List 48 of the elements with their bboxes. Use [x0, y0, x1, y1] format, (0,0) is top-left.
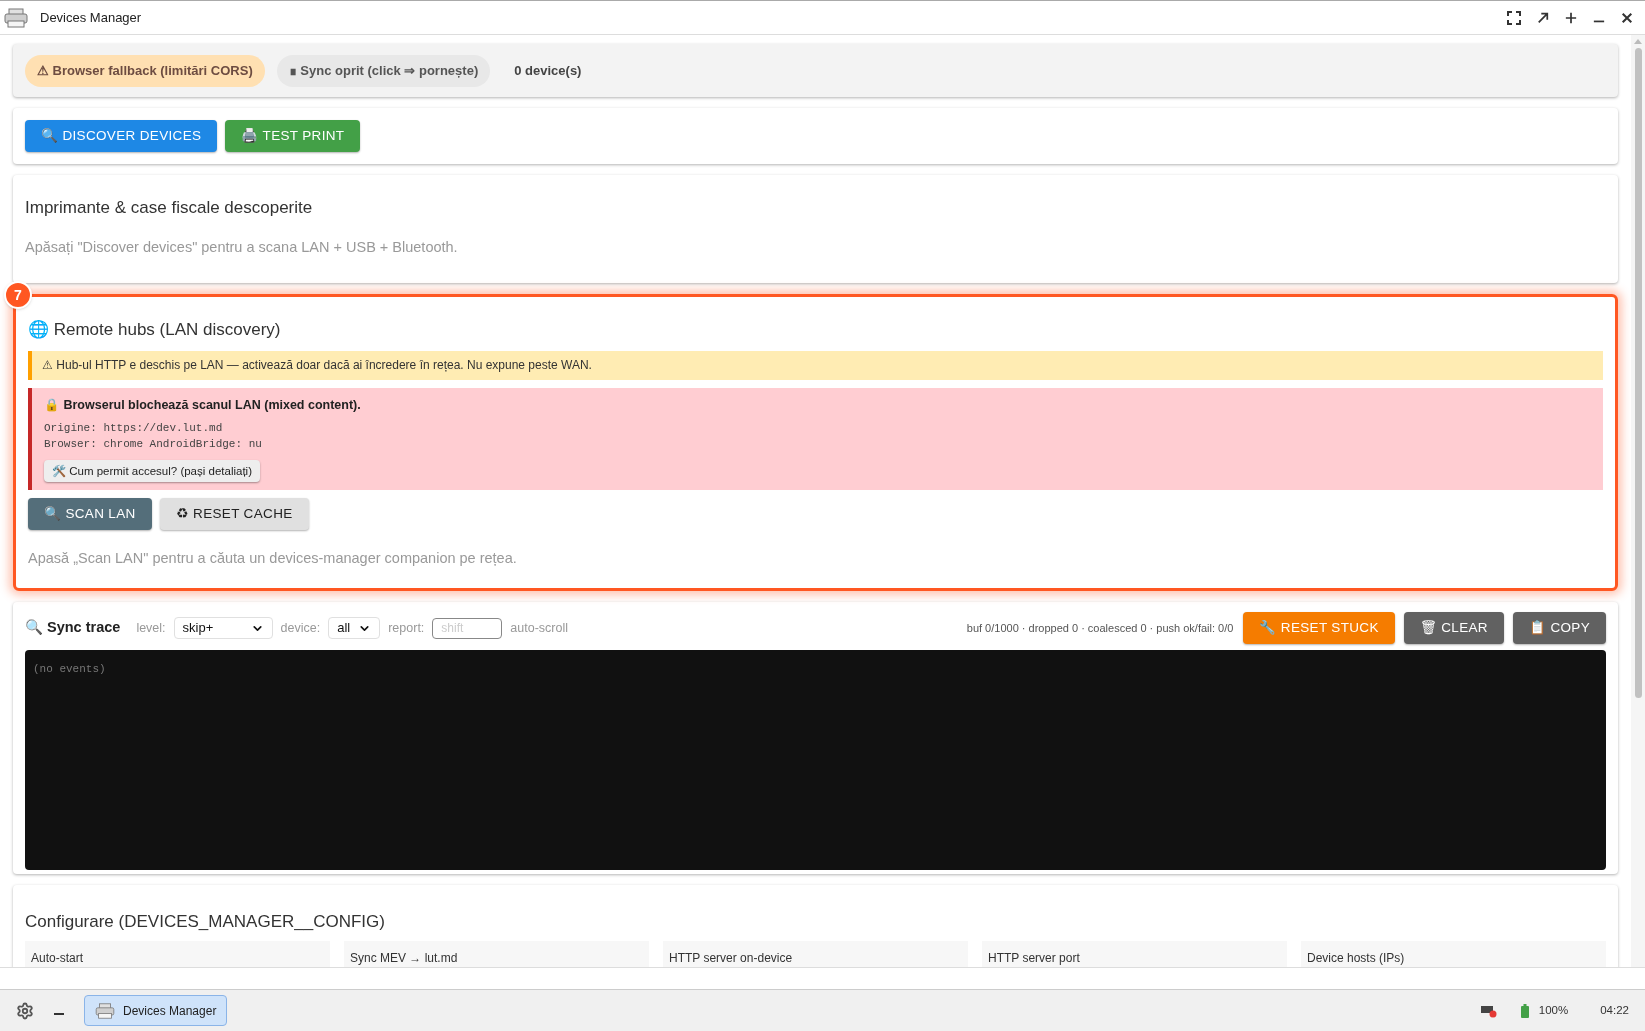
section-title: 🌐 Remote hubs (LAN discovery): [28, 319, 282, 341]
hub-button[interactable]: 🔍 SCAN LAN: [28, 498, 152, 531]
battery-icon[interactable]: [1520, 1003, 1529, 1018]
config-field: HTTP server on-device: [663, 940, 968, 967]
config-field: Sync MEV → lut.md: [344, 940, 649, 967]
action-button[interactable]: 🔍 DISCOVER DEVICES: [25, 120, 218, 152]
trace-button[interactable]: 📋 COPY: [1512, 612, 1606, 644]
window-title: Devices Manager: [40, 8, 142, 27]
warning-banner: ⚠ Hub-ul HTTP e deschis pe LAN — activează doar dacă ai încredere în rețea. Nu expune peste WAN.: [28, 350, 1603, 380]
filter-select[interactable]: skip+: [173, 617, 273, 639]
fullscreen-icon[interactable]: [1507, 10, 1521, 25]
filter-label: report:: [388, 619, 425, 637]
filter-label: level:: [136, 619, 166, 637]
clock: 04:22: [1600, 1002, 1629, 1018]
hint-text: Apăsați "Discover devices" pentru a scana LAN + USB + Bluetooth.: [25, 237, 459, 257]
status-chip: ⚠ Browser fallback (limitări CORS): [25, 54, 265, 87]
help-button[interactable]: 🛠 Cum permit accesul? (pași detaliați): [44, 460, 260, 483]
error-title: 🔒 Browserul blochează scanul LAN (mixed content).: [44, 396, 361, 414]
scrollbar[interactable]: [1631, 35, 1645, 967]
config-field: Device hosts (IPs): [1301, 940, 1606, 967]
config-field: Auto-start: [25, 940, 330, 967]
scrollbar-thumb[interactable]: [1634, 48, 1642, 698]
printer-icon: [95, 1002, 115, 1019]
hint-text: Apasă „Scan LAN" pentru a căuta un devices-manager companion pe rețea.: [28, 549, 518, 569]
highlight-badge: 7: [4, 281, 32, 309]
error-detail: Origine: https://dev.lut.md: [44, 421, 223, 437]
network-error-icon[interactable]: [1480, 1003, 1497, 1018]
device-count: 0 device(s): [513, 61, 583, 80]
filter-select[interactable]: all: [328, 617, 381, 639]
battery-level: 100%: [1538, 1002, 1569, 1018]
app-icon: [4, 7, 28, 28]
trace-stats: buf 0/1000 · dropped 0 · coalesced 0 · push ok/fail: 0/0: [966, 620, 1234, 636]
action-button[interactable]: 🖨 TEST PRINT: [225, 120, 361, 152]
section-title: 🔍 Sync trace: [25, 618, 121, 638]
status-chip[interactable]: ∎ Sync oprit (click ⇒ pornește): [276, 54, 491, 87]
hub-button[interactable]: ♻ RESET CACHE: [159, 498, 309, 531]
config-field: HTTP server port: [982, 940, 1287, 967]
error-detail: Browser: chrome AndroidBridge: nu: [44, 437, 262, 453]
plus-icon[interactable]: [1565, 11, 1577, 24]
section-title: Configurare (DEVICES_MANAGER__CONFIG): [25, 911, 386, 933]
section-title: Imprimante & case fiscale descoperite: [25, 197, 314, 219]
close-icon[interactable]: [1621, 11, 1633, 24]
settings-icon[interactable]: [16, 1001, 34, 1020]
taskbar-app[interactable]: Devices Manager: [84, 995, 228, 1026]
arrow-icon[interactable]: [1537, 11, 1549, 24]
log-message: (no events): [33, 663, 106, 675]
trace-button[interactable]: 🗑 CLEAR: [1403, 612, 1504, 644]
filter-label: device:: [280, 619, 321, 637]
